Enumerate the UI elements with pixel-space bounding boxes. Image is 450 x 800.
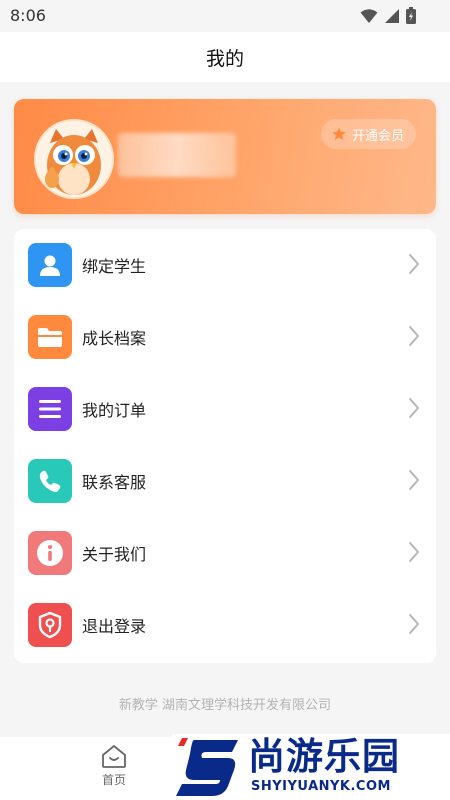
menu-item-label: 联系客服 [82, 473, 147, 492]
menu-item-logout[interactable]: 退出登录 [14, 589, 436, 661]
info-icon [28, 531, 72, 575]
menu-list: 绑定学生 成长档案 我的订单 联系客服 关于我们 退出登录 [14, 229, 436, 663]
menu-item-label: 关于我们 [82, 545, 147, 564]
menu-item-my-orders[interactable]: 我的订单 [14, 373, 436, 445]
chevron-right-icon [409, 326, 420, 346]
tab-home[interactable]: 首页 [86, 743, 142, 797]
list-icon [28, 387, 72, 431]
status-time: 8:06 [10, 6, 46, 25]
chevron-right-icon [409, 542, 420, 562]
menu-item-bind-student[interactable]: 绑定学生 [14, 229, 436, 301]
menu-item-label: 我的订单 [82, 401, 147, 420]
phone-icon [28, 459, 72, 503]
status-icons [360, 7, 416, 24]
avatar[interactable] [34, 119, 114, 199]
watermark: 尚游乐园 SHYIYUANYK.COM [172, 734, 450, 800]
person-icon [28, 243, 72, 287]
signal-icon [385, 8, 399, 23]
watermark-logo-icon [176, 738, 238, 796]
open-vip-label: 开通会员 [351, 128, 404, 144]
menu-item-label: 成长档案 [82, 329, 147, 348]
open-vip-button[interactable]: 开通会员 [320, 119, 416, 149]
star-icon [332, 127, 346, 140]
watermark-domain: SHYIYUANYK.COM [251, 779, 391, 794]
profile-card[interactable]: 开通会员 [14, 99, 436, 214]
logout-shield-icon [28, 603, 72, 647]
username-placeholder-blurred [118, 133, 236, 177]
menu-item-contact-service[interactable]: 联系客服 [14, 445, 436, 517]
status-bar: 8:06 [0, 0, 450, 32]
chevron-right-icon [409, 470, 420, 490]
menu-item-label: 退出登录 [82, 617, 147, 636]
chevron-right-icon [409, 254, 420, 274]
wifi-icon [360, 8, 378, 23]
menu-item-growth-records[interactable]: 成长档案 [14, 301, 436, 373]
header: 我的 [0, 32, 450, 82]
folder-icon [28, 315, 72, 359]
page-title: 我的 [205, 47, 244, 70]
owl-avatar-icon [36, 121, 112, 197]
menu-item-about-us[interactable]: 关于我们 [14, 517, 436, 589]
menu-item-label: 绑定学生 [82, 257, 147, 276]
chevron-right-icon [409, 614, 420, 634]
footer-copyright: 新教学 湖南文理学科技开发有限公司 [118, 698, 332, 713]
watermark-brand: 尚游乐园 [248, 735, 400, 778]
tab-home-label: 首页 [101, 773, 126, 787]
battery-icon [406, 7, 416, 24]
home-icon [102, 745, 126, 768]
chevron-right-icon [409, 398, 420, 418]
